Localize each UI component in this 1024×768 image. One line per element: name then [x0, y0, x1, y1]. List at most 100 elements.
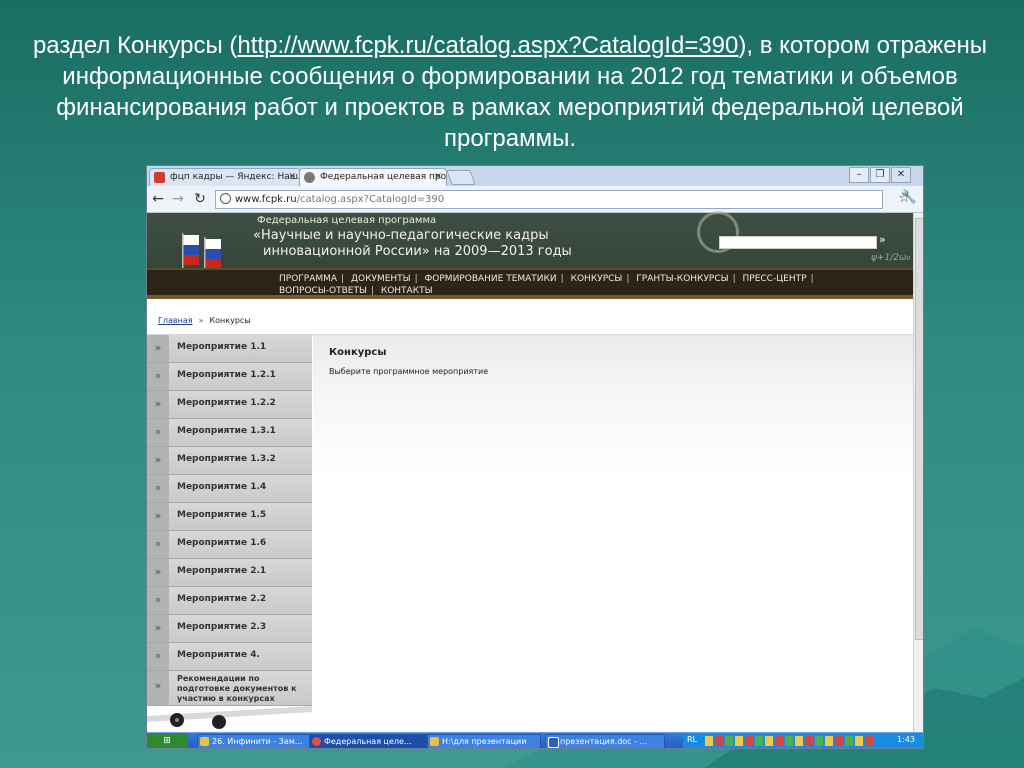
header-formula: ψ+1/2ω₀ [871, 253, 911, 263]
address-domain: www.fcpk.ru [235, 194, 297, 205]
header-program-label: Федеральная целевая программа [257, 215, 437, 226]
site-header: Федеральная целевая программа «Научные и… [147, 211, 913, 299]
site-nav: ПРОГРАММА | ДОКУМЕНТЫ | ФОРМИРОВАНИЕ ТЕМАТ… [147, 268, 913, 299]
nav-item-grants[interactable]: ГРАНТЫ-КОНКУРСЫ [636, 274, 728, 284]
chevron-icon: » [147, 363, 169, 390]
sidebar-item-label: Мероприятие 2.2 [177, 594, 267, 604]
sidebar-item-1-3-1[interactable]: » Мероприятие 1.3.1 [147, 419, 312, 447]
site-search-input[interactable] [719, 236, 877, 249]
taskbar-item-label: 26. Инфинити - Зам... [212, 737, 303, 746]
language-indicator[interactable]: RL [687, 735, 697, 744]
tab-bar: фцп кадры — Яндекс: Нашл ✕ Федеральная ц… [147, 166, 923, 186]
sidebar-item-label: Мероприятие 2.3 [177, 622, 267, 632]
sidebar-item-label: Мероприятие 1.3.2 [177, 454, 276, 464]
site-nav-links: ПРОГРАММА | ДОКУМЕНТЫ | ФОРМИРОВАНИЕ ТЕМАТ… [279, 274, 814, 296]
chevron-icon: » [147, 419, 169, 446]
new-tab-button[interactable] [446, 170, 476, 185]
chevron-icon: » [147, 531, 169, 558]
forward-arrow-icon[interactable]: → [169, 190, 187, 208]
taskbar-item-word[interactable]: презентация.doc - ... [545, 734, 665, 748]
slide-caption: раздел Конкурсы (http://www.fcpk.ru/cata… [30, 30, 990, 154]
back-arrow-icon[interactable]: ← [149, 190, 167, 208]
close-icon[interactable]: ✕ [288, 169, 296, 186]
content-title: Конкурсы [329, 347, 387, 358]
chevron-icon: » [147, 335, 169, 362]
sidebar-item-2-1[interactable]: » Мероприятие 2.1 [147, 559, 312, 587]
content-text: Выберите программное мероприятие [329, 367, 489, 376]
sidebar-item-1-6[interactable]: » Мероприятие 1.6 [147, 531, 312, 559]
chevron-icon: » [147, 559, 169, 586]
breadcrumb: Главная » Конкурсы [158, 316, 251, 325]
header-title-line1: «Научные и научно-педагогические кадры [253, 228, 549, 243]
tab-label: Федеральная целевая прогр [320, 172, 447, 182]
nav-item-contests[interactable]: КОНКУРСЫ [571, 274, 623, 284]
sidebar-item-2-2[interactable]: » Мероприятие 2.2 [147, 587, 312, 615]
nav-item-press[interactable]: ПРЕСС-ЦЕНТР [743, 274, 807, 284]
player-icon [200, 737, 209, 746]
folder-icon [430, 737, 439, 746]
chevron-icon: » [147, 391, 169, 418]
chevron-icon: » [147, 587, 169, 614]
sidebar-item-label: Мероприятие 1.2.1 [177, 370, 276, 380]
caption-prefix: раздел Конкурсы ( [32, 32, 238, 59]
sidebar-item-1-3-2[interactable]: » Мероприятие 1.3.2 [147, 447, 312, 475]
tab-yandex[interactable]: фцп кадры — Яндекс: Нашл ✕ [149, 168, 301, 186]
sidebar: » Мероприятие 1.1 » Мероприятие 1.2.1 » Мер… [147, 335, 312, 747]
reload-icon[interactable]: ↻ [191, 190, 209, 208]
browser-screenshot: фцп кадры — Яндекс: Нашл ✕ Федеральная ц… [146, 165, 924, 749]
chevron-icon: » [147, 503, 169, 530]
caption-link[interactable]: http://www.fcpk.ru/catalog.aspx?CatalogI… [237, 32, 738, 59]
sidebar-item-1-2-2[interactable]: » Мероприятие 1.2.2 [147, 391, 312, 419]
sidebar-item-label: Мероприятие 4. [177, 650, 260, 660]
system-tray: RL 1:43 [683, 733, 923, 748]
sidebar-item-label: Мероприятие 1.4 [177, 482, 267, 492]
tab-fcpk[interactable]: Федеральная целевая прогр ✕ [299, 168, 447, 186]
wrench-icon[interactable]: 🔧 [901, 190, 917, 205]
os-taskbar: ⊞ 26. Инфинити - Зам... Федеральная целе… [147, 732, 923, 748]
chevron-icon: » [147, 447, 169, 474]
breadcrumb-current: Конкурсы [209, 316, 251, 325]
taskbar-item-music[interactable]: 26. Инфинити - Зам... [197, 734, 315, 748]
minimize-button[interactable]: – [849, 167, 869, 183]
scrollbar-thumb[interactable] [915, 218, 923, 640]
maximize-button[interactable]: ❐ [870, 167, 890, 183]
sidebar-item-recommendations[interactable]: » Рекомендации по подготовке документов к… [147, 671, 312, 706]
header-title-line2: инновационной России» на 2009—2013 годы [263, 244, 572, 259]
breadcrumb-home[interactable]: Главная [158, 316, 193, 325]
address-bar[interactable]: www.fcpk.ru/catalog.aspx?CatalogId=390 ☆ [215, 190, 910, 209]
clock: 1:43 [897, 735, 915, 744]
sidebar-item-1-1[interactable]: » Мероприятие 1.1 [147, 335, 312, 363]
globe-icon [220, 193, 231, 204]
taskbar-item-label: презентация.doc - ... [560, 737, 648, 746]
page-icon [304, 172, 315, 183]
sidebar-item-1-5[interactable]: » Мероприятие 1.5 [147, 503, 312, 531]
sidebar-item-2-3[interactable]: » Мероприятие 2.3 [147, 615, 312, 643]
sidebar-item-1-2-1[interactable]: » Мероприятие 1.2.1 [147, 363, 312, 391]
close-icon[interactable]: ✕ [434, 169, 442, 186]
nav-item-program[interactable]: ПРОГРАММА [279, 274, 337, 284]
sidebar-item-label: Мероприятие 1.1 [177, 342, 267, 352]
tab-label: фцп кадры — Яндекс: Нашл [170, 172, 301, 182]
breadcrumb-arrow-icon: » [198, 316, 204, 325]
start-button[interactable]: ⊞ [147, 733, 187, 748]
chevron-icon: » [147, 615, 169, 642]
word-document-icon [548, 737, 559, 748]
vertical-scrollbar[interactable] [913, 213, 923, 735]
site-search-button[interactable]: » [879, 233, 886, 246]
taskbar-item-browser[interactable]: Федеральная целе... [309, 734, 429, 748]
sidebar-item-label: Мероприятие 1.6 [177, 538, 267, 548]
sidebar-item-1-4[interactable]: » Мероприятие 1.4 [147, 475, 312, 503]
sidebar-item-4[interactable]: » Мероприятие 4. [147, 643, 312, 671]
address-url: www.fcpk.ru/catalog.aspx?CatalogId=390 [235, 191, 444, 208]
close-window-button[interactable]: ✕ [891, 167, 911, 183]
chevron-icon: » [147, 475, 169, 502]
sidebar-item-label: Рекомендации по подготовке документов к … [177, 674, 297, 703]
sidebar-item-label: Мероприятие 1.3.1 [177, 426, 276, 436]
nav-item-topics[interactable]: ФОРМИРОВАНИЕ ТЕМАТИКИ [425, 274, 557, 284]
tray-icons[interactable] [705, 736, 875, 746]
taskbar-item-folder[interactable]: H:\для презентации [427, 734, 541, 748]
sidebar-item-label: Мероприятие 2.1 [177, 566, 267, 576]
sidebar-item-label: Мероприятие 1.2.2 [177, 398, 276, 408]
nav-item-documents[interactable]: ДОКУМЕНТЫ [351, 274, 411, 284]
yandex-icon [154, 172, 165, 183]
